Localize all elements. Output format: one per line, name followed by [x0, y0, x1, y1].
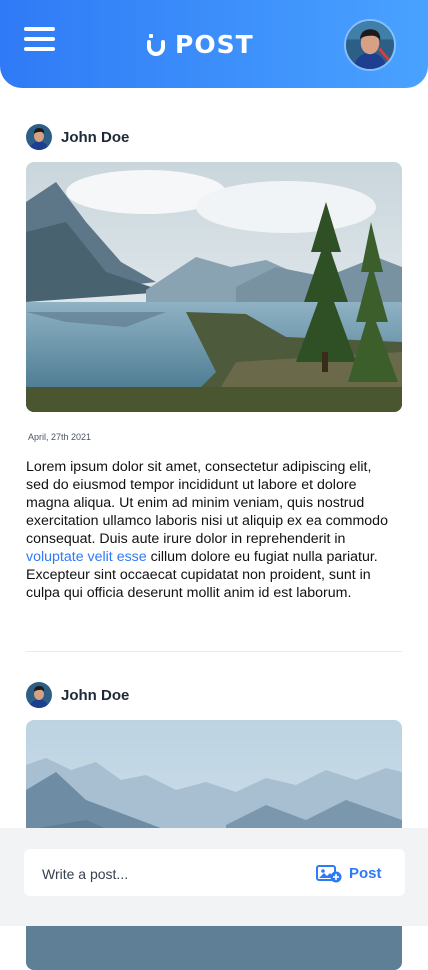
post-button-label: Post: [349, 864, 382, 882]
post-date: April, 27th 2021: [28, 432, 92, 442]
u-logo-icon: [147, 34, 165, 56]
post-button[interactable]: Post: [316, 861, 382, 885]
hamburger-menu-icon[interactable]: [24, 27, 56, 53]
post-input[interactable]: [40, 849, 304, 898]
post-author[interactable]: John Doe: [26, 682, 402, 708]
post-card: John Doe April, 27th 2021 Lorem ipsum do…: [26, 124, 402, 602]
logo-text: POST: [175, 29, 254, 59]
post-composer: Post: [24, 849, 405, 898]
post-card: John Doe: [26, 682, 402, 970]
author-name: John Doe: [61, 686, 130, 704]
profile-avatar[interactable]: [344, 19, 396, 71]
app-header: POST: [0, 0, 428, 88]
author-avatar: [26, 682, 52, 708]
post-divider: [26, 651, 402, 652]
author-avatar: [26, 124, 52, 150]
post-body: Lorem ipsum dolor sit amet, consectetur …: [26, 458, 398, 602]
add-image-icon: [316, 865, 342, 883]
app-logo[interactable]: POST: [147, 29, 254, 59]
post-link[interactable]: voluptate velit esse: [26, 549, 147, 565]
post-author[interactable]: John Doe: [26, 124, 402, 150]
composer-bar: Post: [0, 828, 428, 926]
post-image[interactable]: [26, 162, 402, 412]
post-text: Lorem ipsum dolor sit amet, consectetur …: [26, 459, 388, 547]
author-name: John Doe: [61, 128, 130, 146]
